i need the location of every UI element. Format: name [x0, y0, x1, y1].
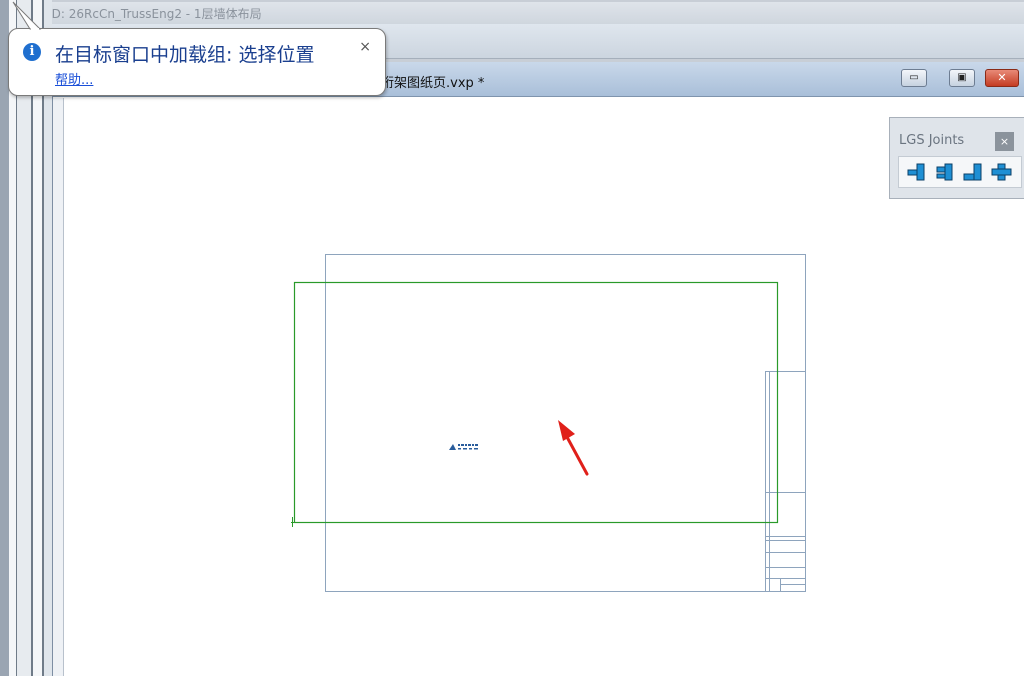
background-window-title: 3D: 26RcCn_TrussEng2 - 1层墙体布局 [44, 7, 262, 21]
close-button[interactable]: ✕ [985, 69, 1019, 87]
notification-balloon: i 在目标窗口中加载组: 选择位置 帮助... × [8, 28, 386, 96]
drawing-window: 桁架图纸页.vxp * ▭ ▣ ✕ [52, 62, 1024, 676]
info-icon: i [23, 43, 41, 61]
close-icon: ✕ [997, 71, 1007, 84]
balloon-message: 在目标窗口中加载组: 选择位置 [55, 44, 315, 66]
palette-close-icon[interactable]: × [995, 132, 1014, 151]
drawing-canvas[interactable] [65, 98, 1024, 676]
drawing-window-title: 桁架图纸页.vxp * [381, 76, 485, 91]
tee-joint-left-icon[interactable] [905, 162, 929, 182]
restore-icon: ▣ [957, 72, 967, 83]
vertical-scrollbar[interactable] [53, 98, 64, 676]
palette-toolbar [898, 156, 1022, 188]
cross-joint-icon[interactable] [989, 162, 1013, 182]
palette-title: LGS Joints [899, 133, 965, 148]
corner-joint-icon[interactable] [961, 162, 985, 182]
restore-button[interactable]: ▣ [949, 69, 975, 87]
tee-joint-right-icon[interactable] [933, 162, 957, 182]
background-window-titlebar[interactable]: 3D: 26RcCn_TrussEng2 - 1层墙体布局 [14, 2, 1024, 25]
balloon-close-icon[interactable]: × [359, 39, 371, 55]
lgs-joints-palette: LGS Joints × [889, 117, 1024, 199]
minimize-icon: ▭ [909, 72, 919, 83]
balloon-tail [12, 1, 42, 30]
minimize-button[interactable]: ▭ [901, 69, 927, 87]
help-link[interactable]: 帮助... [55, 69, 93, 88]
